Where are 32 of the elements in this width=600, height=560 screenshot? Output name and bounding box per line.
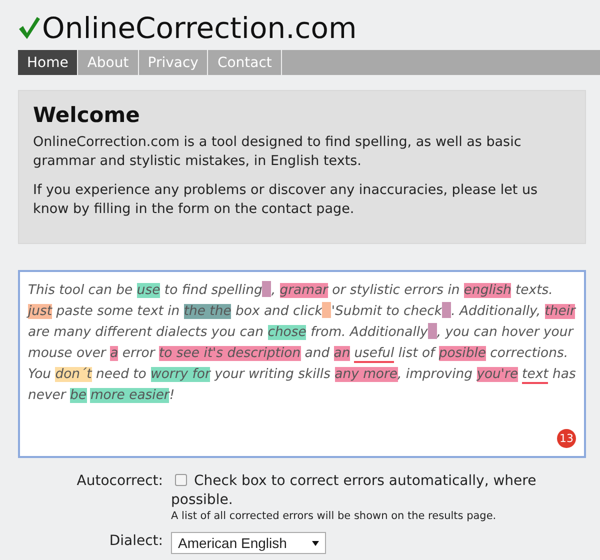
autocorrect-note: A list of all corrected errors will be shown on the results page. — [171, 510, 498, 522]
dialect-select[interactable]: American English — [171, 532, 326, 554]
error-highlight[interactable]: an — [334, 346, 350, 361]
welcome-paragraph: OnlineCorrection.com is a tool designed to find spelling, as well as basic grammar and stylistic mistakes, in English texts. — [33, 133, 522, 171]
error-highlight[interactable]: gramar — [280, 283, 328, 298]
error-highlight[interactable]: don´t — [55, 367, 92, 382]
error-highlight[interactable]: posible — [438, 346, 486, 361]
welcome-paragraph: If you experience any problems or discover any inaccuracies, please let us know by filling in the form on the contact page. — [33, 181, 539, 219]
autocorrect-label: Autocorrect: — [76, 472, 163, 491]
site-logo[interactable]: OnlineCorrection.com — [42, 14, 357, 42]
underlined-word[interactable]: useful — [354, 346, 394, 363]
error-count-badge: 13 — [557, 429, 576, 448]
dialect-label: Dialect: — [108, 532, 163, 551]
autocorrect-checkbox[interactable] — [175, 474, 187, 486]
error-highlight[interactable]: any more — [334, 367, 398, 382]
error-highlight[interactable]: english — [464, 283, 512, 298]
error-highlight[interactable]: chose — [268, 325, 306, 340]
error-highlight[interactable]: to see it's description — [159, 346, 301, 361]
error-highlight[interactable]: a — [110, 346, 118, 361]
error-marker[interactable] — [428, 323, 437, 339]
error-highlight[interactable]: use — [136, 283, 160, 298]
error-highlight[interactable]: the the — [184, 304, 232, 319]
welcome-title: Welcome — [33, 103, 141, 127]
autocorrect-option[interactable]: Check box to correct errors automatically, where possible. — [171, 472, 586, 510]
error-highlight[interactable]: be — [70, 388, 86, 403]
nav-tab[interactable]: Home — [18, 50, 78, 75]
error-marker[interactable] — [442, 302, 452, 318]
caret-icon — [312, 540, 319, 546]
error-marker[interactable] — [262, 281, 272, 297]
underlined-word[interactable]: text — [522, 367, 548, 384]
checkmark-icon — [18, 16, 40, 40]
error-marker[interactable] — [322, 302, 332, 318]
